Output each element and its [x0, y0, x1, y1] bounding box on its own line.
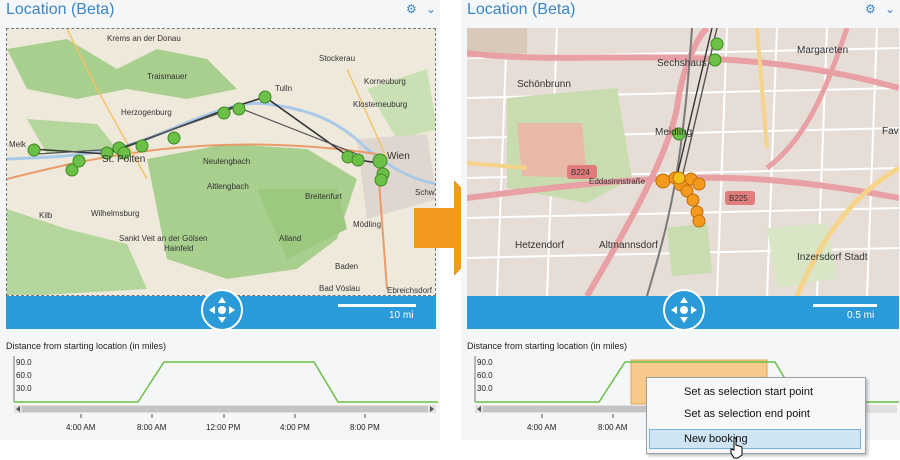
- location-panel-left: Location (Beta) ⚙ ⌄ Krems an der Donau S…: [0, 0, 440, 440]
- map-label: Hainfeld: [164, 244, 193, 253]
- road-badge-label: B225: [729, 194, 748, 203]
- map-label: Eddasinnstraße: [589, 177, 646, 186]
- gear-icon[interactable]: ⚙: [406, 2, 417, 16]
- map-label: Melk: [9, 140, 27, 149]
- pan-arrows-icon: [209, 297, 235, 323]
- chevron-down-icon[interactable]: ⌄: [885, 2, 895, 16]
- map-label: Ebreichsdorf: [387, 286, 433, 295]
- map-label: Breitenfurt: [305, 192, 343, 201]
- panel-title: Location (Beta): [467, 1, 576, 18]
- map-label: Fav: [882, 126, 899, 137]
- y-tick: 30.0: [16, 384, 32, 393]
- gear-icon[interactable]: ⚙: [865, 2, 876, 16]
- location-panel-right: Location (Beta) ⚙ ⌄ Sechshaus Margareten…: [461, 0, 900, 440]
- map-label: Krems an der Donau: [107, 34, 181, 43]
- menu-item-highlight: [649, 429, 861, 449]
- map-label: Mödling: [353, 220, 381, 229]
- x-tick: 4:00 AM: [527, 423, 557, 432]
- context-menu: Set as selection start point Set as sele…: [646, 377, 866, 454]
- panel-title: Location (Beta): [6, 1, 115, 18]
- y-tick: 90.0: [477, 358, 493, 367]
- pan-control[interactable]: [663, 289, 705, 331]
- road-badge-label: B224: [571, 168, 590, 177]
- x-tick: 8:00 PM: [350, 423, 380, 432]
- y-tick: 60.0: [16, 371, 32, 380]
- map-label: Alland: [279, 234, 301, 243]
- distance-line: [14, 361, 438, 403]
- map-canvas[interactable]: Sechshaus Margareten Schönbrunn Meidling…: [467, 28, 899, 296]
- y-tick: 30.0: [477, 384, 493, 393]
- distance-chart[interactable]: 90.0 60.0 30.0 4:00 AM 8:00 AM 12:00 PM …: [6, 354, 438, 434]
- scale-label: 0.5 mi: [847, 310, 875, 321]
- x-tick: 4:00 PM: [280, 423, 310, 432]
- scale-bar: [338, 304, 416, 307]
- map-label: St. Pölten: [102, 154, 145, 165]
- map-label: Inzersdorf Stadt: [797, 252, 868, 263]
- map-label: Klosterneuburg: [353, 100, 407, 109]
- pan-control[interactable]: [201, 289, 243, 331]
- map-canvas[interactable]: Krems an der Donau Stockerau Korneuburg …: [7, 29, 436, 296]
- chevron-down-icon[interactable]: ⌄: [426, 2, 436, 16]
- map-label: Tulln: [275, 84, 292, 93]
- mouse-cursor-icon: [730, 437, 743, 459]
- map-label: Sechshaus: [657, 58, 706, 69]
- map-label: Hetzendorf: [515, 240, 564, 251]
- map-label: Altmannsdorf: [599, 240, 658, 251]
- map-label: Meidling: [655, 127, 692, 138]
- map-view[interactable]: Sechshaus Margareten Schönbrunn Meidling…: [467, 28, 899, 296]
- y-tick: 90.0: [16, 358, 32, 367]
- map-toolbar: 0.5 mi: [467, 289, 899, 331]
- map-label: Stockerau: [319, 54, 355, 63]
- map-label: Sankt Veit an der Gölsen: [119, 234, 208, 243]
- distance-chart-label: Distance from starting location (in mile…: [467, 341, 628, 351]
- map-label: Korneuburg: [364, 77, 406, 86]
- map-label: Bad Vöslau: [319, 284, 360, 293]
- map-label: Traismauer: [147, 72, 187, 81]
- scale-label: 10 mi: [389, 310, 414, 321]
- menu-item-set-start[interactable]: Set as selection start point: [684, 386, 813, 398]
- scroll-thumb[interactable]: [22, 406, 428, 412]
- map-label: Altlengbach: [207, 182, 249, 191]
- map-label: Schönbrunn: [517, 79, 571, 90]
- map-label: Kilb: [39, 211, 53, 220]
- x-tick: 8:00 AM: [598, 423, 628, 432]
- menu-item-set-end[interactable]: Set as selection end point: [684, 408, 810, 420]
- map-label: Baden: [335, 262, 358, 271]
- map-label: Neulengbach: [203, 157, 250, 166]
- x-tick: 4:00 AM: [66, 423, 96, 432]
- map-label: Herzogenburg: [121, 108, 172, 117]
- y-tick: 60.0: [477, 371, 493, 380]
- map-toolbar: 10 mi: [6, 289, 436, 331]
- x-tick: 8:00 AM: [137, 423, 167, 432]
- pan-arrows-icon: [671, 297, 697, 323]
- distance-chart-label: Distance from starting location (in mile…: [6, 341, 167, 351]
- map-label: Wilhelmsburg: [91, 209, 139, 218]
- scale-bar: [813, 304, 877, 307]
- map-label: Wien: [387, 151, 410, 162]
- x-tick: 12:00 PM: [206, 423, 241, 432]
- map-view[interactable]: Krems an der Donau Stockerau Korneuburg …: [6, 28, 436, 296]
- map-label: Margareten: [797, 45, 848, 56]
